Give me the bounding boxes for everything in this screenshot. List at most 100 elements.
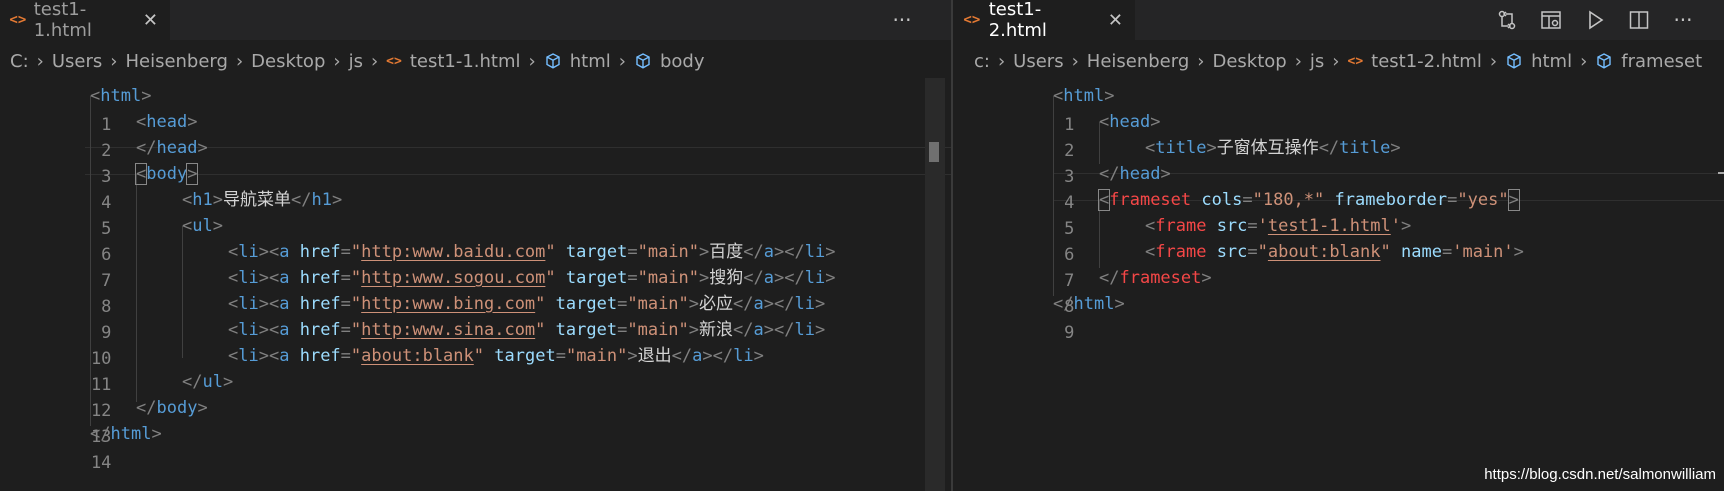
chevron-right-icon: ›: [1332, 50, 1340, 72]
breadcrumb-file-label: test1-1.html: [409, 50, 521, 72]
chevron-right-icon: ›: [370, 50, 379, 72]
right-editor-group: <> test1-2.html ✕ ··· c: › Users › Heise…: [953, 0, 1724, 491]
breadcrumb-item-drive[interactable]: c:: [974, 51, 990, 72]
scrollbar-thumb[interactable]: [929, 142, 939, 162]
breadcrumb-item-file[interactable]: <> test1-2.html: [1348, 51, 1482, 72]
breadcrumb-item-body[interactable]: body: [634, 51, 704, 72]
html-file-icon: <>: [963, 12, 981, 28]
code-line: 7 <li><a href="http:www.baidu.com" targe…: [0, 238, 835, 291]
chevron-right-icon: ›: [235, 50, 244, 72]
chevron-right-icon: ›: [36, 50, 44, 72]
chevron-right-icon: ›: [1294, 50, 1302, 72]
breadcrumb-file-label: test1-2.html: [1371, 50, 1482, 72]
breadcrumb-item-html[interactable]: html: [544, 51, 611, 72]
breadcrumb-item-desktop[interactable]: Desktop: [1212, 51, 1286, 72]
code-line: 5 <frameset cols="180,*" frameborder="ye…: [953, 186, 1520, 239]
chevron-right-icon: ›: [1071, 50, 1079, 72]
code-line: 1 <html>: [953, 82, 1114, 135]
current-line-highlight: [85, 147, 951, 175]
code-line: 6 <ul>: [0, 212, 223, 265]
breadcrumb-item-user[interactable]: Heisenberg: [125, 51, 227, 72]
breadcrumb-frameset-label: frameset: [1621, 50, 1703, 72]
heading-text: 导航菜单: [222, 190, 291, 210]
code-line: 7 <frame src="about:blank" name='main'>: [953, 238, 1524, 291]
breadcrumb: c: › Users › Heisenberg › Desktop › js ›…: [953, 40, 1724, 82]
breadcrumb-item-users[interactable]: Users: [1013, 51, 1063, 72]
line-number: 9: [1064, 322, 1075, 343]
breadcrumb: C: › Users › Heisenberg › Desktop › js ›…: [0, 40, 951, 82]
code-line: 11 <li><a href="about:blank" target="mai…: [0, 342, 764, 395]
chevron-right-icon: ›: [333, 50, 341, 72]
code-line: 3 <title>子窗体互操作</title>: [953, 134, 1400, 187]
code-line: 4 <body>: [0, 160, 199, 213]
breadcrumb-html-label: html: [1531, 50, 1573, 72]
src-link[interactable]: about:blank: [1268, 242, 1381, 262]
vertical-scrollbar[interactable]: [925, 78, 945, 491]
href-link[interactable]: about:blank: [361, 346, 474, 366]
chevron-right-icon: ›: [1489, 50, 1498, 72]
breadcrumb-item-frameset[interactable]: frameset: [1595, 51, 1702, 72]
code-line: 6 <frame src='test1-1.html'>: [953, 212, 1411, 265]
breadcrumb-item-file[interactable]: <> test1-1.html: [386, 51, 520, 72]
chevron-right-icon: ›: [997, 50, 1006, 72]
breadcrumb-item-user[interactable]: Heisenberg: [1087, 51, 1189, 72]
code-line: 1 <html>: [0, 82, 151, 135]
symbol-element-icon: [634, 52, 652, 70]
split-editor-icon[interactable]: [1617, 9, 1661, 31]
breadcrumb-item-users[interactable]: Users: [52, 51, 102, 72]
left-tab-bar: <> test1-1.html ✕ ···: [0, 0, 951, 41]
html-file-icon: <>: [386, 53, 402, 69]
left-code-editor[interactable]: 1 <html> 2 <head> 3 </head> 4 <body> 5 <…: [0, 82, 951, 491]
tab-title: test1-1.html: [33, 0, 92, 41]
html-file-icon: <>: [1347, 53, 1364, 69]
more-actions-icon[interactable]: ···: [1661, 8, 1705, 32]
breadcrumb-item-desktop[interactable]: Desktop: [251, 51, 325, 72]
code-line: 2 <head>: [0, 108, 197, 161]
html-file-icon: <>: [9, 12, 27, 28]
code-line: 4 </head>: [953, 160, 1171, 213]
breadcrumb-html-label: html: [569, 50, 611, 72]
code-line: 8 <li><a href="http:www.sogou.com" targe…: [0, 264, 835, 317]
breadcrumb-item-drive[interactable]: C:: [10, 51, 29, 72]
code-line: 2 <head>: [953, 108, 1160, 161]
run-icon[interactable]: [1573, 9, 1617, 31]
tab-test1-1[interactable]: <> test1-1.html ✕: [0, 0, 170, 41]
code-line: 13 </body>: [0, 394, 208, 447]
open-preview-icon[interactable]: [1529, 9, 1573, 31]
src-link[interactable]: test1-1.html: [1268, 216, 1391, 236]
title-text: 子窗体互操作: [1216, 138, 1319, 158]
href-link[interactable]: http:www.sogou.com: [361, 268, 545, 288]
symbol-element-icon: [1595, 52, 1613, 70]
close-icon[interactable]: ✕: [143, 10, 158, 31]
code-line: 8 </frameset>: [953, 264, 1211, 317]
tab-test1-2[interactable]: <> test1-2.html ✕: [953, 0, 1135, 41]
href-link[interactable]: http:www.baidu.com: [361, 242, 545, 262]
left-editor-group: <> test1-1.html ✕ ··· C: › Users › Heise…: [0, 0, 951, 491]
code-line: 12 </ul>: [0, 368, 233, 421]
code-line: 3 </head>: [0, 134, 208, 187]
watermark: https://blog.csdn.net/salmonwilliam: [1484, 466, 1716, 483]
chevron-right-icon: ›: [1580, 50, 1588, 72]
right-code-editor[interactable]: 1 <html> 2 <head> 3 <title>子窗体互操作</title…: [953, 82, 1724, 491]
code-line: 14 </html>: [0, 420, 162, 473]
href-link[interactable]: http:www.sina.com: [361, 320, 535, 340]
breadcrumb-item-js[interactable]: js: [349, 51, 363, 72]
indent-guide: [182, 226, 183, 358]
overview-ruler-marker: [1718, 172, 1724, 174]
href-link[interactable]: http:www.bing.com: [361, 294, 535, 314]
code-line: 9 <li><a href="http:www.bing.com" target…: [0, 290, 825, 343]
symbol-element-icon: [544, 52, 562, 70]
code-line: 5 <h1>导航菜单</h1>: [0, 186, 342, 239]
code-line: 9 </html>: [953, 290, 1125, 343]
close-icon[interactable]: ✕: [1108, 10, 1123, 31]
breadcrumb-item-js[interactable]: js: [1310, 51, 1324, 72]
chevron-right-icon: ›: [110, 50, 118, 72]
right-tab-bar: <> test1-2.html ✕ ···: [953, 0, 1724, 41]
chevron-right-icon: ›: [618, 50, 626, 72]
more-actions-icon[interactable]: ···: [880, 8, 924, 32]
code-line: 10 <li><a href="http:www.sina.com" targe…: [0, 316, 825, 369]
chevron-right-icon: ›: [1197, 50, 1205, 72]
breadcrumb-item-html[interactable]: html: [1505, 51, 1572, 72]
symbol-element-icon: [1505, 52, 1523, 70]
compare-changes-icon[interactable]: [1485, 9, 1529, 31]
